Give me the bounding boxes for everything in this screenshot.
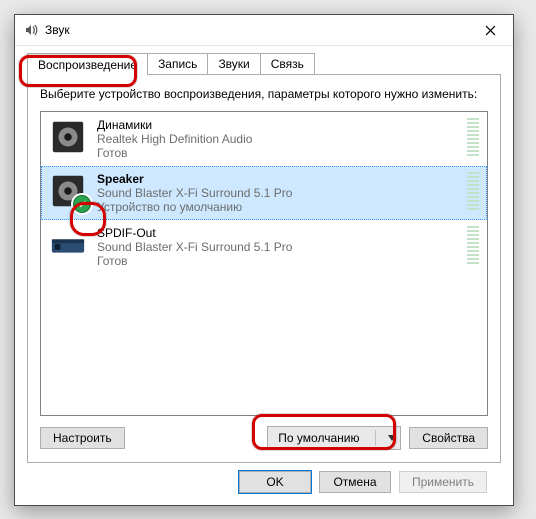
tab-panel-playback: Выберите устройство воспроизведения, пар… — [27, 74, 501, 463]
sound-icon — [23, 22, 39, 38]
speaker-icon — [49, 118, 87, 156]
device-status: Устройство по умолчанию — [97, 200, 451, 214]
cancel-button[interactable]: Отмена — [319, 471, 391, 493]
device-details: Sound Blaster X-Fi Surround 5.1 Pro — [97, 186, 451, 200]
level-meter — [467, 118, 479, 156]
window-title: Звук — [45, 23, 467, 37]
chevron-down-icon — [388, 435, 396, 441]
device-row[interactable]: SPDIF-Out Sound Blaster X-Fi Surround 5.… — [41, 220, 487, 274]
device-name: Динамики — [97, 118, 451, 132]
level-meter — [467, 226, 479, 264]
tab-recording[interactable]: Запись — [147, 53, 208, 74]
set-default-label: По умолчанию — [278, 431, 359, 445]
device-status: Готов — [97, 254, 451, 268]
device-name: SPDIF-Out — [97, 226, 451, 240]
tabstrip: Воспроизведение Запись Звуки Связь — [27, 52, 501, 74]
default-check-icon — [71, 193, 93, 215]
configure-button[interactable]: Настроить — [40, 427, 125, 449]
sound-dialog: Звук Воспроизведение Запись Звуки Связь … — [14, 14, 514, 506]
close-icon — [485, 25, 496, 36]
spdif-icon — [49, 226, 87, 264]
device-details: Sound Blaster X-Fi Surround 5.1 Pro — [97, 240, 451, 254]
titlebar: Звук — [15, 15, 513, 46]
tab-playback[interactable]: Воспроизведение — [27, 53, 148, 75]
level-meter — [467, 172, 479, 210]
device-list[interactable]: Динамики Realtek High Definition Audio Г… — [40, 111, 488, 416]
panel-button-row: Настроить По умолчанию Свойства — [40, 426, 488, 450]
device-status: Готов — [97, 146, 451, 160]
ok-button[interactable]: OK — [239, 471, 311, 493]
close-button[interactable] — [467, 15, 513, 45]
tab-communications[interactable]: Связь — [260, 53, 315, 74]
dialog-button-row: OK Отмена Применить — [27, 463, 501, 495]
tab-sounds[interactable]: Звуки — [207, 53, 260, 74]
device-details: Realtek High Definition Audio — [97, 132, 451, 146]
apply-button[interactable]: Применить — [399, 471, 487, 493]
properties-button[interactable]: Свойства — [409, 427, 488, 449]
instruction-text: Выберите устройство воспроизведения, пар… — [40, 87, 488, 103]
set-default-dropdown[interactable]: По умолчанию — [267, 426, 401, 450]
device-name: Speaker — [97, 172, 451, 186]
device-row[interactable]: Динамики Realtek High Definition Audio Г… — [41, 112, 487, 166]
device-row[interactable]: Speaker Sound Blaster X-Fi Surround 5.1 … — [41, 166, 487, 220]
